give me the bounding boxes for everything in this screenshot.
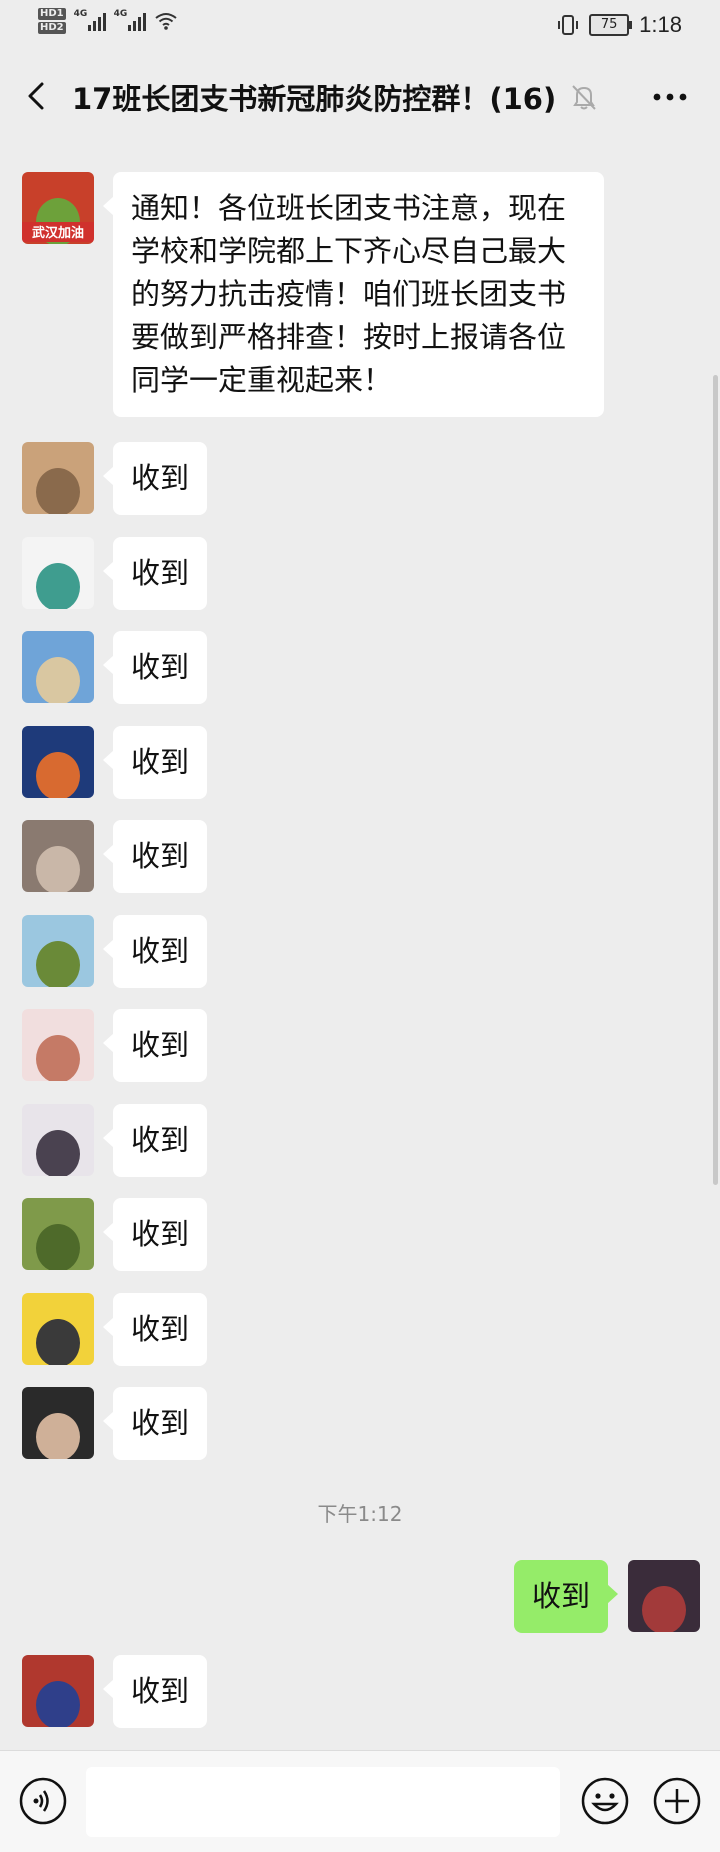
avatar-figure: [642, 1586, 686, 1632]
avatar-self[interactable]: [628, 1560, 700, 1632]
message-timestamp: 下午1:12: [317, 1502, 403, 1526]
status-left: HD1 HD2 4G 4G: [38, 8, 178, 34]
hd-indicators: HD1 HD2: [38, 8, 66, 34]
message-bubble[interactable]: 通知！各位班长团支书注意，现在 学校和学院都上下齐心尽自己最大 的努力抗击疫情！…: [103, 172, 604, 417]
message-bubble[interactable]: 收到: [102, 1293, 208, 1366]
message-bubble[interactable]: 收到: [102, 1104, 208, 1177]
hd2-badge: HD2: [38, 22, 66, 34]
message-bubble-self[interactable]: 收到: [513, 1560, 619, 1633]
battery-indicator: 75: [589, 14, 633, 36]
avatar[interactable]: [22, 1009, 94, 1081]
hd1-badge: HD1: [38, 8, 66, 20]
message-bubble[interactable]: 收到: [102, 1009, 208, 1082]
message-bubble[interactable]: 收到: [102, 1655, 208, 1728]
plus-icon[interactable]: [652, 1776, 702, 1826]
message-bubble[interactable]: 收到: [102, 442, 208, 515]
avatar[interactable]: [22, 1104, 94, 1176]
avatar[interactable]: [22, 631, 94, 703]
status-time: 1:18: [639, 12, 682, 37]
network-label-2: 4G: [113, 9, 128, 19]
message-bubble[interactable]: 收到: [102, 631, 208, 704]
avatar-figure: [36, 752, 80, 798]
signal-icon-2: 4G: [113, 9, 146, 31]
avatar-figure: [36, 563, 80, 609]
avatar[interactable]: [22, 1387, 94, 1459]
avatar-figure: [36, 941, 80, 987]
scrollbar-thumb[interactable]: [713, 375, 718, 1185]
avatar[interactable]: [22, 1293, 94, 1365]
avatar-figure: [36, 468, 80, 514]
avatar[interactable]: [22, 1198, 94, 1270]
voice-icon[interactable]: [18, 1776, 68, 1826]
wifi-icon: [155, 13, 177, 30]
chat-title: 17班长团支书新冠肺炎防控群！(16): [72, 82, 557, 116]
avatar[interactable]: [22, 915, 94, 987]
message-bubble[interactable]: 收到: [102, 820, 208, 893]
avatar-banner-text: 武汉加油: [32, 225, 84, 241]
input-bar: [0, 1750, 720, 1852]
avatar-figure: [36, 657, 80, 703]
chat-header: 17班长团支书新冠肺炎防控群！(16): [0, 52, 720, 142]
network-label-1: 4G: [73, 9, 88, 19]
avatar[interactable]: [22, 1655, 94, 1727]
message-input[interactable]: [86, 1767, 560, 1837]
message-bubble[interactable]: 收到: [102, 1198, 208, 1271]
mute-icon: [572, 85, 596, 110]
avatar[interactable]: [22, 726, 94, 798]
avatar-figure: [36, 1681, 80, 1727]
back-icon[interactable]: [22, 76, 52, 116]
avatar-figure: [36, 1224, 80, 1270]
avatar-figure: [36, 846, 80, 892]
more-icon[interactable]: [650, 82, 690, 112]
message-bubble[interactable]: 收到: [102, 1387, 208, 1460]
avatar[interactable]: [22, 820, 94, 892]
message-bubble[interactable]: 收到: [102, 726, 208, 799]
message-bubble[interactable]: 收到: [102, 537, 208, 610]
status-bar: HD1 HD2 4G 4G 75 1:18: [0, 0, 720, 52]
avatar[interactable]: [22, 537, 94, 609]
avatar[interactable]: 武汉加油: [22, 172, 94, 244]
avatar-figure: [36, 1035, 80, 1081]
vibrate-icon: [558, 15, 579, 35]
avatar-figure: [36, 1319, 80, 1365]
status-right: 75 1:18: [557, 12, 682, 38]
emoji-icon[interactable]: [580, 1776, 630, 1826]
signal-icon: 4G: [73, 9, 106, 31]
avatar-figure: [36, 1413, 80, 1459]
message-bubble[interactable]: 收到: [102, 915, 208, 988]
avatar[interactable]: [22, 442, 94, 514]
avatar-figure: [36, 1130, 80, 1176]
